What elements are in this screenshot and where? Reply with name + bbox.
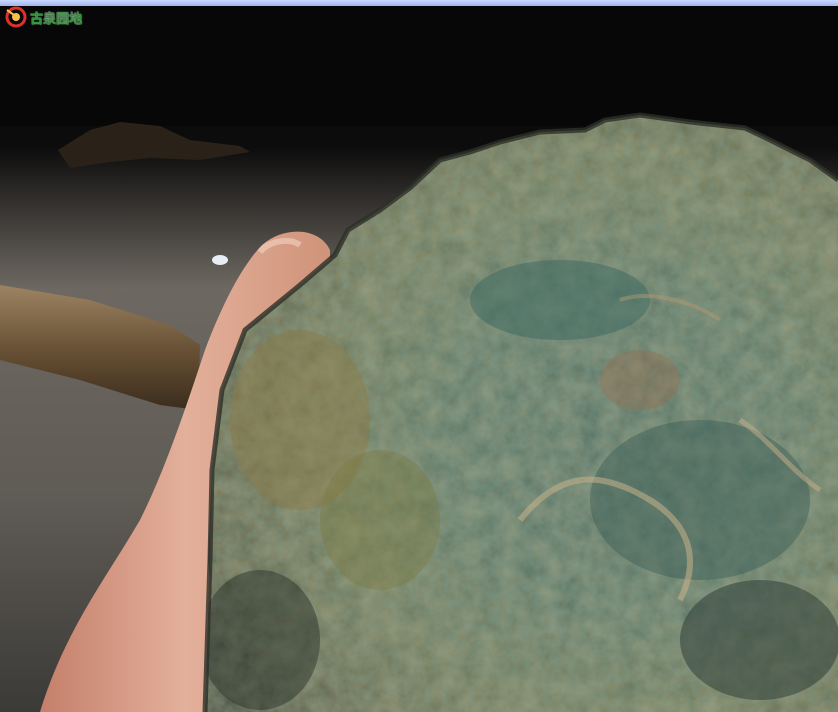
dark-backdrop bbox=[0, 6, 838, 126]
photo-frame: 古泉园地 bbox=[0, 0, 838, 712]
site-watermark: 古泉园地 bbox=[4, 6, 82, 28]
light-speck bbox=[212, 255, 228, 265]
watermark-text: 古泉园地 bbox=[30, 11, 83, 27]
photo-scene bbox=[0, 6, 838, 712]
site-logo-icon bbox=[5, 6, 27, 28]
